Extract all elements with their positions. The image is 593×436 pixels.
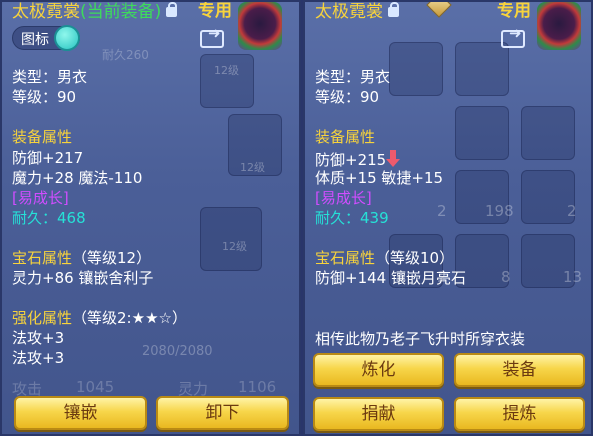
background-count: 2 — [567, 202, 577, 220]
inlay-button[interactable]: 镶嵌 — [14, 396, 147, 430]
stat-magic: 魔力+28 魔法-110 — [12, 169, 143, 187]
gem-attr-row: 宝石属性（等级12） — [12, 247, 151, 268]
share-icon[interactable] — [501, 24, 525, 48]
diamond-icon — [426, 2, 452, 18]
enhance-level-prefix: （等级2: — [72, 309, 132, 327]
background-attack-value: 1045 — [76, 378, 115, 396]
exclusive-label: 专用 — [198, 1, 232, 21]
emblem-icon — [537, 2, 581, 50]
toggle-knob — [54, 25, 80, 51]
item-type: 类型：男衣 — [12, 68, 88, 86]
exclusive-label: 专用 — [497, 1, 531, 21]
item-level: 等级：90 — [12, 88, 77, 106]
growth-tag: [易成长] — [12, 189, 69, 207]
donate-button[interactable]: 捐献 — [313, 397, 444, 431]
toggle-label: 图标 — [21, 32, 49, 48]
enhance-attr-row: 强化属性（等级2:★★☆） — [12, 307, 187, 328]
item-level: 等级：90 — [315, 88, 380, 106]
item-description: 相传此物乃老子飞升时所穿衣装 — [315, 330, 526, 348]
gem-stat: 灵力+86 镶嵌舍利子 — [12, 269, 154, 287]
durability-label: 耐久： — [315, 209, 361, 227]
background-slot-level: 12级 — [240, 161, 265, 174]
enhance-stars: ★★☆ — [131, 309, 172, 327]
gem-stat: 防御+144 镶嵌月亮石 — [315, 269, 466, 287]
share-icon[interactable] — [200, 24, 224, 48]
background-count: 198 — [485, 202, 514, 220]
background-count: 13 — [563, 268, 583, 286]
compare-equipment-panel: 2 198 2 2 8 13 太极霓裳 专用 类型：男衣 等级：90 装备属性 … — [303, 0, 593, 436]
current-equipment-panel: 耐久260 12级 12级 12级 2080/2080 攻击 1045 灵力 1… — [0, 0, 301, 436]
stat-physique-agility: 体质+15 敏捷+15 — [315, 169, 444, 187]
lock-icon — [388, 2, 399, 17]
item-title: 太极霓裳 — [315, 2, 399, 22]
background-item-slot — [455, 42, 509, 96]
icon-toggle[interactable]: 图标 — [12, 25, 80, 51]
background-count: 2 — [437, 202, 447, 220]
enhance-stat: 法攻+3 — [12, 329, 65, 347]
gem-header: 宝石属性 — [315, 249, 376, 267]
durability-value: 468 — [57, 209, 86, 227]
stat-defense: 防御+217 — [12, 149, 84, 167]
item-title: 太极霓裳(当前装备) — [12, 2, 178, 22]
durability: 耐久：468 — [12, 207, 86, 228]
background-item-slot — [455, 106, 509, 160]
enhance-level-suffix: ） — [171, 309, 187, 327]
lock-icon — [166, 2, 178, 17]
background-spirit-value: 1106 — [238, 378, 277, 396]
durability-label: 耐久： — [12, 209, 58, 227]
durability: 耐久：439 — [315, 207, 389, 228]
equipped-status: (当前装备) — [80, 2, 162, 22]
background-item-slot — [521, 106, 575, 160]
refine-button[interactable]: 炼化 — [313, 353, 444, 387]
item-type: 类型：男衣 — [315, 68, 391, 86]
item-name: 太极霓裳 — [12, 2, 80, 22]
background-slot-level: 12级 — [214, 64, 239, 77]
background-durability-text: 耐久260 — [102, 48, 149, 62]
background-hp-text: 2080/2080 — [142, 344, 213, 359]
gem-attr-row: 宝石属性（等级10） — [315, 247, 454, 268]
equip-attr-header: 装备属性 — [12, 128, 73, 146]
durability-value: 439 — [360, 209, 389, 227]
item-name: 太极霓裳 — [315, 2, 383, 22]
extract-button[interactable]: 提炼 — [454, 397, 585, 431]
enhance-stat: 法攻+3 — [12, 349, 65, 367]
growth-tag: [易成长] — [315, 189, 372, 207]
background-slot-level: 12级 — [222, 240, 247, 253]
gem-level: （等级10） — [375, 249, 455, 267]
equip-button[interactable]: 装备 — [454, 353, 585, 387]
equip-attr-header: 装备属性 — [315, 128, 376, 146]
background-count: 8 — [501, 268, 511, 286]
background-item-slot — [389, 42, 443, 96]
down-arrow-icon — [386, 150, 401, 168]
gem-header: 宝石属性 — [12, 249, 73, 267]
unequip-button[interactable]: 卸下 — [156, 396, 289, 430]
gem-level: （等级12） — [72, 249, 152, 267]
enhance-header: 强化属性 — [12, 309, 73, 327]
emblem-icon — [238, 2, 282, 50]
